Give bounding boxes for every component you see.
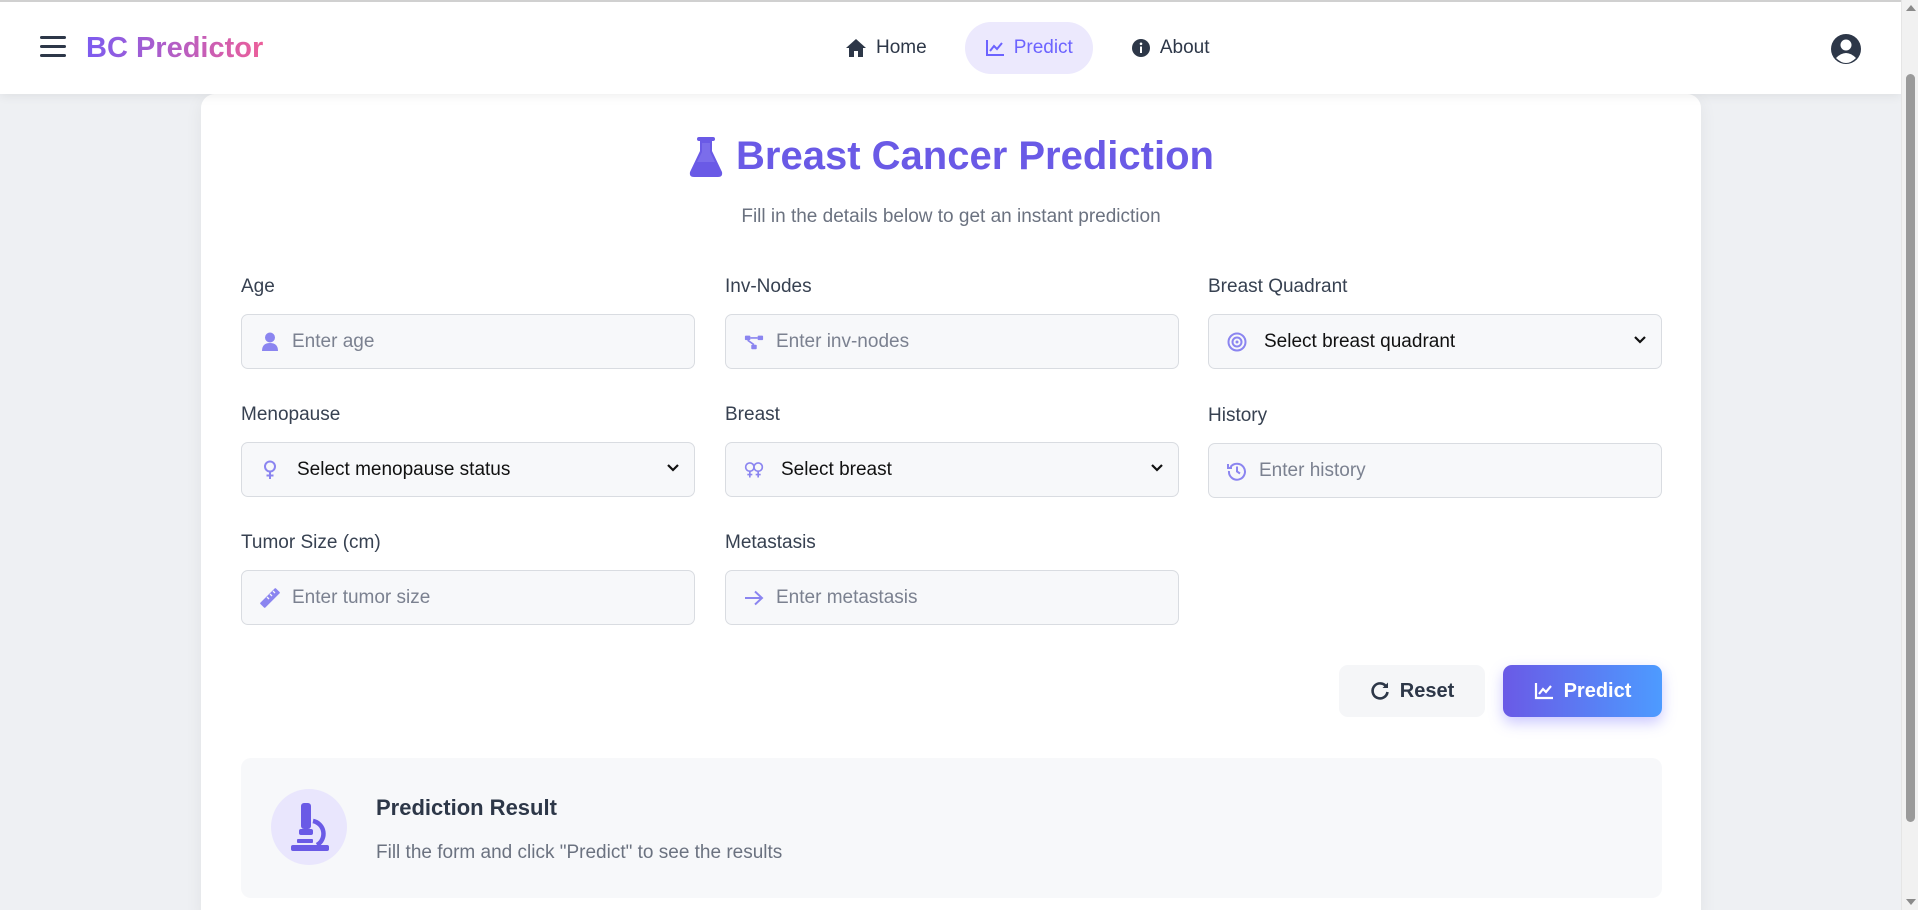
page-scrollbar[interactable] (1901, 0, 1918, 910)
history-label: History (1208, 405, 1268, 426)
page: BC Predictor Home Predict About Breast C… (0, 0, 1918, 910)
form-subtitle: Fill in the details below to get an inst… (741, 206, 1161, 227)
venus-double-icon (744, 460, 764, 480)
nodes-icon (744, 332, 764, 352)
reset-button[interactable]: Reset (1339, 665, 1485, 717)
user-account-icon[interactable] (1830, 33, 1862, 65)
menopause-selected: Select menopause status (297, 458, 511, 480)
breast-quadrant-label: Breast Quadrant (1208, 276, 1348, 297)
form-title: Breast Cancer Prediction (736, 134, 1214, 178)
nav-about-link[interactable]: About (1111, 22, 1230, 74)
tumor-size-label: Tumor Size (cm) (241, 532, 381, 553)
history-control (1208, 443, 1662, 498)
history-field: History (1208, 405, 1662, 498)
nav-predict-link[interactable]: Predict (964, 22, 1093, 74)
prediction-result-panel: Prediction Result Fill the form and clic… (241, 758, 1662, 898)
result-message: Fill the form and click "Predict" to see… (376, 842, 783, 863)
info-icon (1131, 39, 1150, 57)
scroll-up-arrow-icon[interactable] (1906, 5, 1916, 11)
inv-nodes-control (725, 314, 1179, 369)
menopause-select[interactable]: Select menopause status (241, 442, 695, 497)
breast-quadrant-select[interactable]: Select breast quadrant (1208, 314, 1662, 369)
tumor-size-control (241, 570, 695, 625)
brand-logo[interactable]: BC Predictor (86, 32, 263, 65)
history-icon (1227, 461, 1247, 481)
predict-button-label: Predict (1563, 679, 1632, 702)
prediction-card: Breast Cancer Prediction Fill in the det… (201, 94, 1701, 910)
chart-line-icon (985, 40, 1004, 56)
inv-nodes-label: Inv-Nodes (725, 276, 812, 297)
tumor-size-input[interactable] (242, 571, 694, 624)
form-title-row: Breast Cancer Prediction (201, 134, 1701, 179)
scroll-down-arrow-icon[interactable] (1906, 899, 1916, 905)
result-avatar (271, 789, 347, 865)
venus-icon (260, 460, 280, 480)
arrow-right-icon (744, 588, 764, 608)
reset-button-label: Reset (1399, 679, 1455, 702)
scrollbar-thumb[interactable] (1906, 74, 1915, 822)
age-input[interactable] (242, 315, 694, 368)
top-navbar: BC Predictor Home Predict About (0, 0, 1901, 94)
redo-icon (1371, 682, 1389, 700)
ruler-icon (260, 588, 280, 608)
nav-home-label: Home (876, 37, 927, 58)
menopause-field: Menopause Select menopause status (241, 404, 695, 497)
breast-quadrant-field: Breast Quadrant Select breast quadrant (1208, 276, 1662, 369)
age-control (241, 314, 695, 369)
history-input[interactable] (1209, 444, 1661, 497)
flask-icon (689, 136, 723, 177)
inv-nodes-field: Inv-Nodes (725, 276, 1179, 369)
age-field: Age (241, 276, 695, 369)
result-title: Prediction Result (376, 795, 557, 820)
age-label: Age (241, 276, 275, 297)
tumor-size-field: Tumor Size (cm) (241, 532, 695, 625)
nav-links: Home Predict About (825, 22, 1247, 74)
microscope-icon (291, 803, 329, 851)
menopause-label: Menopause (241, 404, 341, 425)
hamburger-menu-icon[interactable] (40, 36, 66, 58)
chevron-down-icon (667, 464, 679, 472)
chart-line-icon (1534, 683, 1553, 700)
breast-label: Breast (725, 404, 780, 425)
predict-button[interactable]: Predict (1503, 665, 1662, 717)
chevron-down-icon (1634, 336, 1646, 344)
user-icon (260, 332, 280, 352)
metastasis-label: Metastasis (725, 532, 816, 553)
inv-nodes-input[interactable] (726, 315, 1178, 368)
chevron-down-icon (1151, 464, 1163, 472)
nav-predict-label: Predict (1013, 37, 1073, 58)
breast-field: Breast Select breast (725, 404, 1179, 497)
nav-about-label: About (1159, 37, 1210, 58)
metastasis-field: Metastasis (725, 532, 1179, 625)
nav-home-link[interactable]: Home (825, 22, 947, 74)
metastasis-control (725, 570, 1179, 625)
target-icon (1227, 332, 1247, 352)
home-icon (846, 39, 866, 57)
metastasis-input[interactable] (726, 571, 1178, 624)
breast-select[interactable]: Select breast (725, 442, 1179, 497)
